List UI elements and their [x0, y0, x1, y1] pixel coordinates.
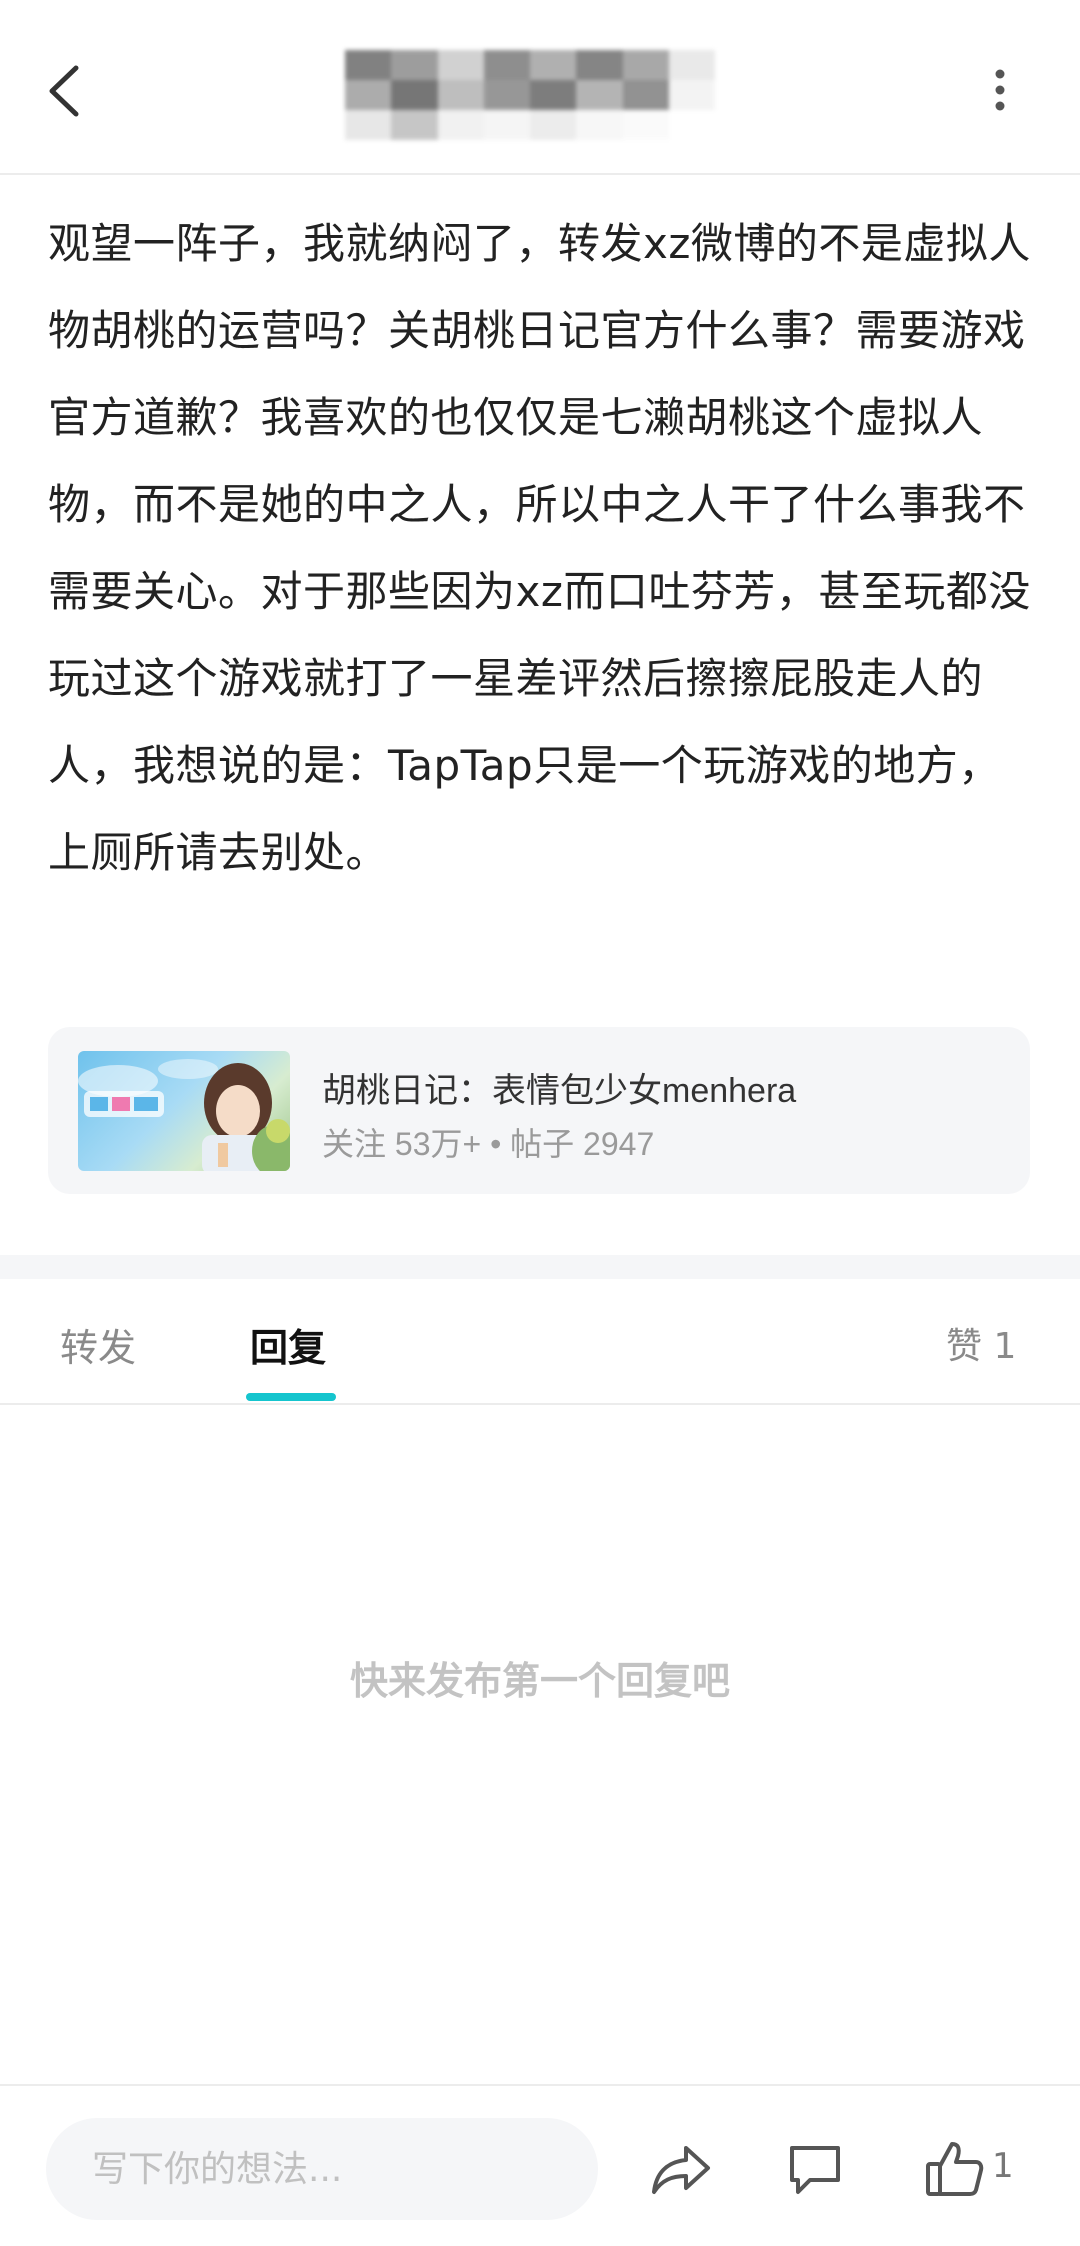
comment-button[interactable] — [780, 2134, 850, 2204]
empty-replies-hint: 快来发布第一个回复吧 — [349, 1659, 730, 1703]
back-button[interactable] — [40, 56, 90, 126]
game-stats: 关注 53万+ • 帖子 2947 — [322, 1126, 655, 1162]
tab-forward[interactable]: 转发 — [60, 1317, 136, 1372]
share-icon — [652, 2146, 710, 2194]
share-button[interactable] — [646, 2134, 716, 2204]
tab-reply[interactable]: 回复 — [250, 1317, 326, 1372]
chevron-left-icon — [49, 65, 79, 117]
post-body-text: 观望一阵子，我就纳闷了，转发xz微博的不是虚拟人物胡桃的运营吗？关胡桃日记官方什… — [48, 219, 1031, 877]
more-vertical-icon — [995, 69, 1005, 111]
blurred-page-title — [345, 50, 715, 140]
game-card[interactable]: 胡桃日记：表情包少女menhera 关注 53万+ • 帖子 2947 — [48, 1027, 1030, 1194]
post-detail-page: 观望一阵子，我就纳闷了，转发xz微博的不是虚拟人物胡桃的运营吗？关胡桃日记官方什… — [0, 0, 1080, 2246]
comment-input[interactable] — [46, 2118, 598, 2220]
top-bar — [0, 0, 1080, 175]
bottom-action-bar: 1 — [0, 2084, 1080, 2246]
game-thumbnail — [78, 1051, 290, 1171]
active-tab-indicator — [246, 1393, 336, 1401]
like-button[interactable] — [920, 2134, 990, 2204]
thumbs-up-icon — [926, 2142, 984, 2196]
tab-like[interactable]: 赞 1 — [946, 1317, 1016, 1369]
more-options-button[interactable] — [975, 60, 1025, 120]
comment-icon — [790, 2146, 840, 2194]
section-divider — [0, 1255, 1080, 1279]
tab-bar: 转发 回复 赞 1 — [0, 1279, 1080, 1405]
game-artwork-image — [78, 1059, 290, 1171]
game-title: 胡桃日记：表情包少女menhera — [322, 1072, 797, 1110]
like-count: 1 — [992, 2146, 1014, 2186]
